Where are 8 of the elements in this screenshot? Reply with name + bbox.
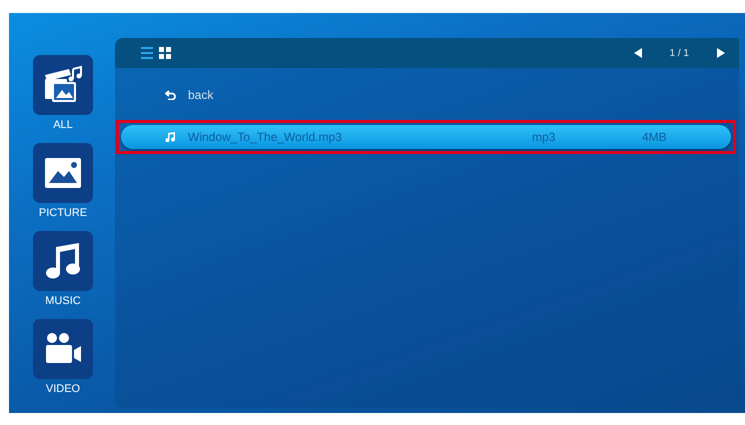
file-row[interactable]: back bbox=[121, 83, 731, 107]
previous-page-button[interactable] bbox=[634, 48, 642, 58]
next-page-button[interactable] bbox=[717, 48, 725, 58]
page-indicator: 1 / 1 bbox=[670, 48, 689, 58]
grid-view-button[interactable] bbox=[159, 47, 171, 59]
back-arrow-icon bbox=[165, 90, 176, 100]
list-view-button[interactable] bbox=[141, 47, 153, 59]
music-note-icon bbox=[165, 132, 176, 142]
